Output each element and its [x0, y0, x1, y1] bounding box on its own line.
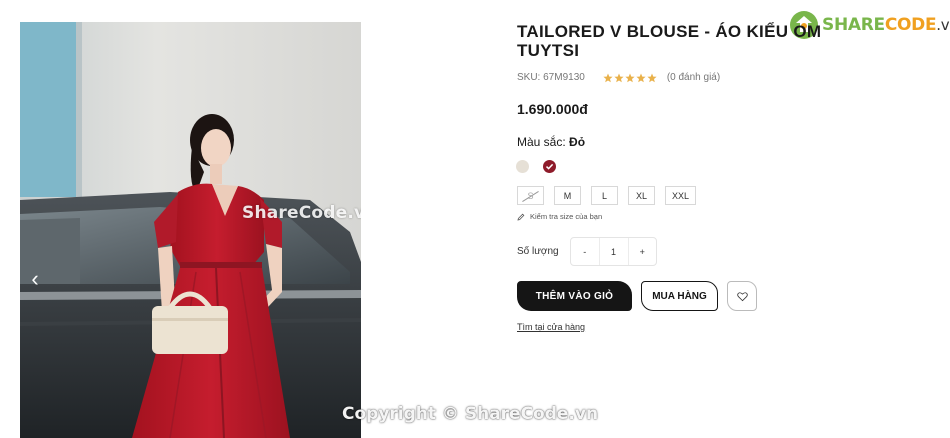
color-swatches: [516, 160, 570, 173]
add-to-cart-button[interactable]: THÊM VÀO GIỎ: [517, 281, 632, 311]
quantity-decrease-button[interactable]: -: [571, 238, 599, 265]
star-icon: [625, 73, 635, 82]
rating-stars[interactable]: [603, 73, 658, 83]
color-label-text: Màu sắc:: [517, 135, 566, 149]
star-icon: [647, 73, 657, 82]
copyright-watermark: Copyright © ShareCode.vn: [342, 404, 599, 424]
quantity-input[interactable]: [598, 238, 629, 265]
chevron-left-icon: ‹: [31, 266, 39, 291]
check-icon: [545, 163, 554, 170]
size-guide-text: Kiểm tra size của bạn: [530, 212, 603, 221]
image-watermark: ShareCode.vn: [242, 203, 361, 223]
star-icon: [636, 73, 646, 82]
star-icon: [614, 73, 624, 82]
quantity-increase-button[interactable]: +: [629, 238, 657, 265]
find-in-store-link[interactable]: Tìm tại cửa hàng: [517, 322, 585, 332]
product-price: 1.690.000đ: [517, 101, 588, 117]
size-option-s[interactable]: S: [517, 186, 544, 205]
size-option-l[interactable]: L: [591, 186, 618, 205]
size-option-m[interactable]: M: [554, 186, 581, 205]
sku-text: SKU: 67M9130: [517, 72, 585, 83]
size-guide-link[interactable]: Kiểm tra size của bạn: [517, 212, 602, 221]
wishlist-button[interactable]: [727, 281, 757, 311]
pencil-icon: [517, 213, 525, 221]
product-meta: SKU: 67M9130 (0 đánh giá): [517, 72, 720, 83]
prev-image-button[interactable]: ‹: [24, 264, 46, 294]
size-options: S M L XL XXL: [517, 186, 706, 205]
heart-icon: [736, 291, 748, 301]
product-photo: [20, 22, 361, 438]
color-swatch-beige[interactable]: [516, 160, 529, 173]
color-label: Màu sắc: Đỏ: [517, 135, 585, 149]
star-icon: [603, 73, 613, 82]
size-option-xxl[interactable]: XXL: [665, 186, 697, 205]
color-swatch-red[interactable]: [543, 160, 556, 173]
product-title: TAILORED V BLOUSE - ÁO KIỂU OM TUYTSI: [517, 22, 822, 60]
selected-color: Đỏ: [569, 135, 586, 149]
quantity-stepper: - +: [570, 237, 657, 266]
buy-now-button[interactable]: MUA HÀNG: [641, 281, 718, 311]
size-option-xl[interactable]: XL: [628, 186, 655, 205]
review-count[interactable]: (0 đánh giá): [667, 72, 720, 83]
product-image[interactable]: ‹ ShareCode.vn: [20, 22, 361, 438]
quantity-label: Số lượng: [517, 246, 559, 257]
